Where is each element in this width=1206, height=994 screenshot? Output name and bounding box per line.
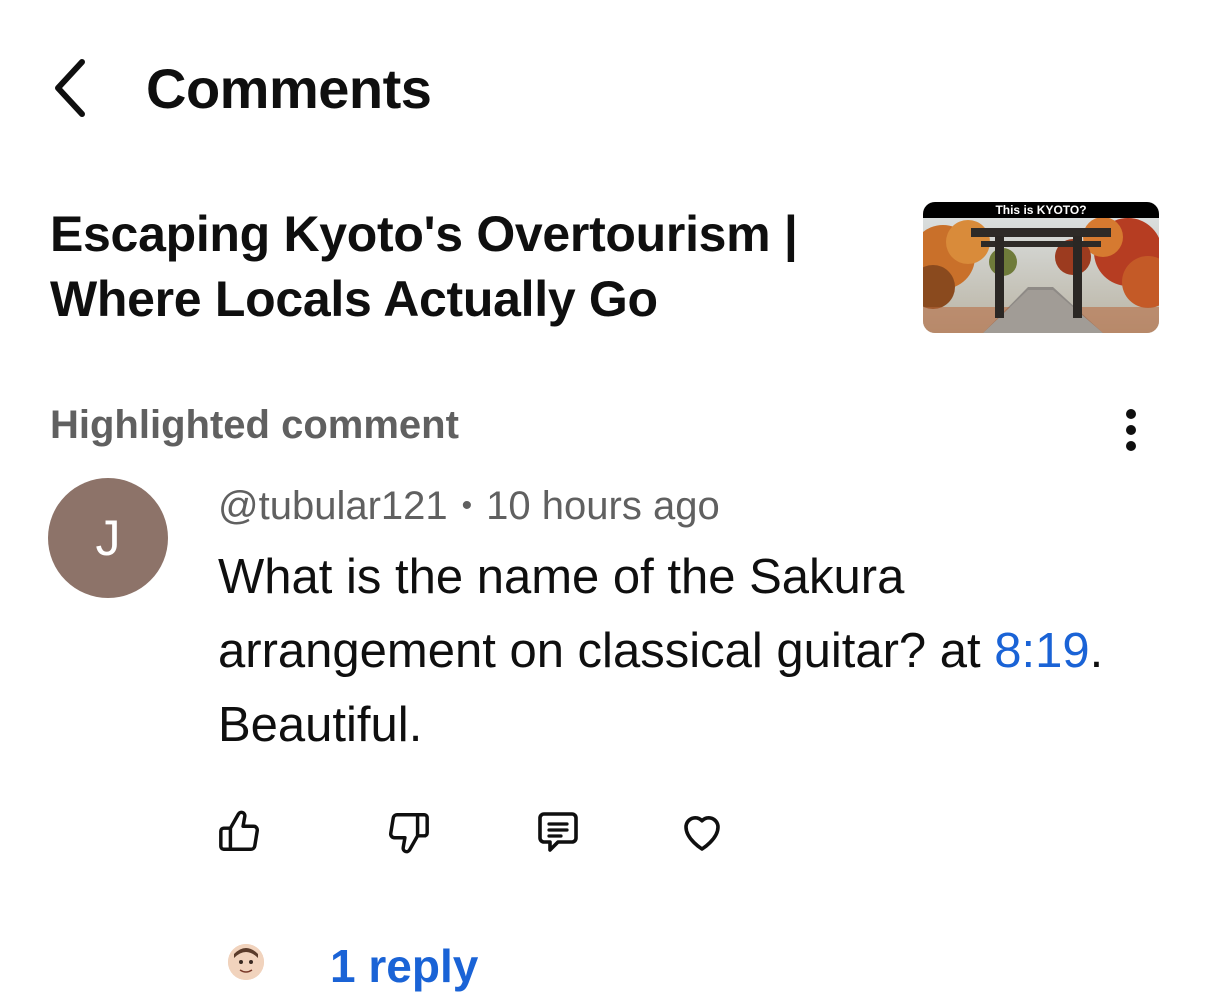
video-info: Escaping Kyoto's Overtourism | Where Loc… [0, 190, 1206, 350]
comment-time: 10 hours ago [486, 484, 720, 528]
more-vertical-icon [1126, 409, 1136, 451]
header-bar: Comments [0, 0, 1206, 180]
comment-text-before: What is the name of the Sakura arrangeme… [218, 550, 995, 678]
comment-icon [538, 812, 578, 852]
heart-button[interactable] [670, 800, 734, 864]
thumbs-down-icon [389, 813, 429, 854]
timestamp-link[interactable]: 8:19 [994, 624, 1089, 678]
meta-separator: • [461, 489, 473, 522]
comment-actions [0, 800, 1206, 870]
view-replies-link[interactable]: 1 reply [330, 938, 478, 994]
more-options-button[interactable] [1106, 400, 1156, 460]
avatar[interactable]: J [48, 478, 168, 598]
thumbnail-caption: This is KYOTO? [923, 202, 1159, 218]
reply-avatar [228, 944, 264, 980]
thumbs-up-icon [219, 810, 259, 851]
chevron-left-icon [55, 59, 85, 117]
like-button[interactable] [208, 800, 272, 864]
back-button[interactable] [40, 50, 100, 126]
reply-avatar-image [228, 944, 264, 980]
page-title: Comments [146, 57, 432, 120]
replies-row[interactable]: 1 reply [0, 930, 1206, 992]
dislike-button[interactable] [376, 800, 440, 864]
heart-icon [684, 816, 720, 851]
comment-author[interactable]: @tubular121 [218, 484, 448, 528]
avatar-letter: J [95, 510, 121, 566]
video-thumbnail[interactable]: This is KYOTO? [923, 202, 1159, 333]
thumbnail-image [923, 202, 1159, 333]
highlighted-comment-label: Highlighted comment [50, 403, 459, 447]
video-title[interactable]: Escaping Kyoto's Overtourism | Where Loc… [50, 202, 900, 332]
comment-meta: @tubular121 • 10 hours ago [218, 482, 720, 530]
reply-button[interactable] [526, 800, 590, 864]
comment-text: What is the name of the Sakura arrangeme… [218, 540, 1168, 762]
